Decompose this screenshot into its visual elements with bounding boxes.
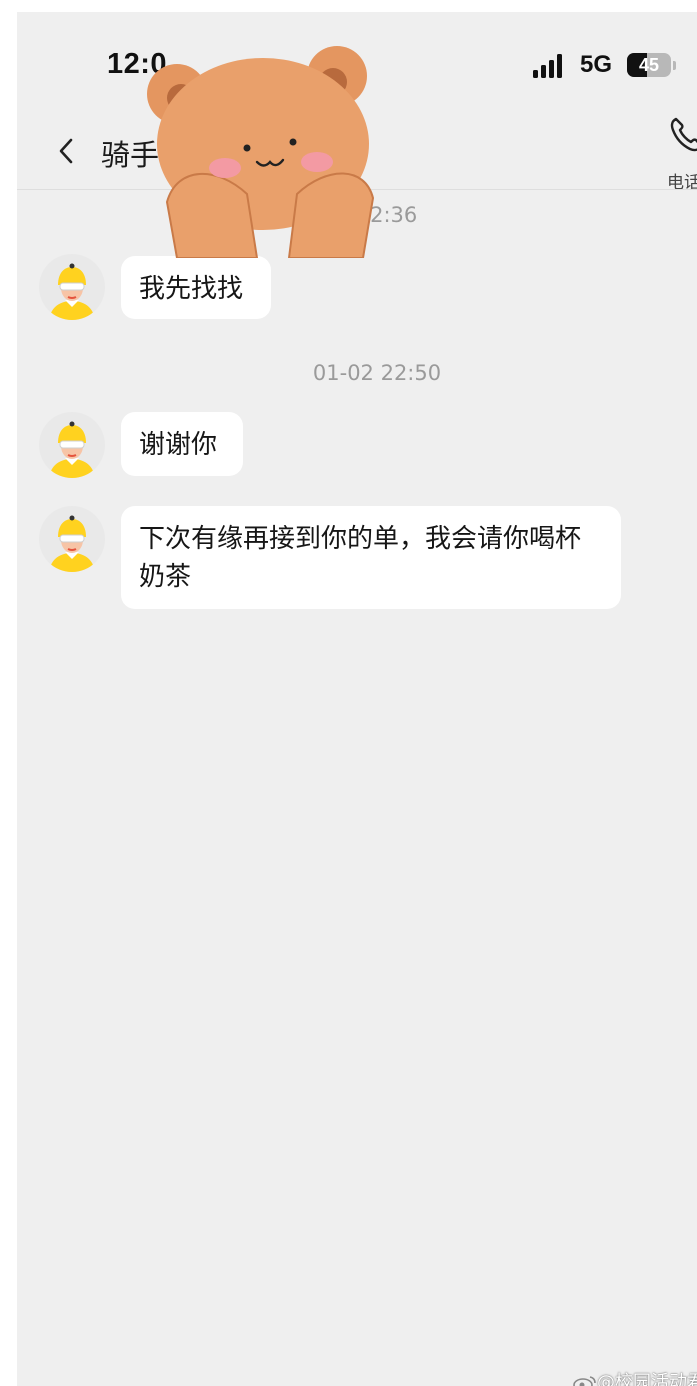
bear-sticker (147, 46, 375, 258)
rider-avatar-icon (49, 515, 95, 572)
chat-screen: 12:0 5G 45 骑手王 电话 2 22:36 我先找找 01-02 22:… (17, 12, 697, 1386)
weibo-icon (573, 1376, 596, 1386)
avatar[interactable] (39, 254, 105, 320)
phone-icon (670, 117, 697, 152)
watermark-text: @校园活动君 (597, 1372, 697, 1386)
avatar[interactable] (39, 506, 105, 572)
back-arrow-icon (59, 138, 73, 164)
message-bubble[interactable]: 下次有缘再接到你的单，我会请你喝杯奶茶 (121, 506, 621, 609)
call-button[interactable]: 电话 (663, 114, 697, 194)
signal-icon (533, 54, 569, 78)
watermark: @校园活动君 (573, 1368, 697, 1386)
message-bubble[interactable]: 谢谢你 (121, 412, 243, 476)
avatar[interactable] (39, 412, 105, 478)
back-button[interactable] (55, 136, 79, 166)
rider-avatar-icon (49, 421, 95, 478)
timestamp: 01-02 22:50 (312, 361, 442, 385)
network-type: 5G (580, 51, 613, 78)
battery-level: 45 (638, 55, 660, 75)
rider-avatar-icon (49, 263, 95, 320)
battery-tip (673, 61, 676, 70)
battery-icon: 45 (627, 53, 671, 77)
message-bubble[interactable]: 我先找找 (121, 256, 271, 319)
